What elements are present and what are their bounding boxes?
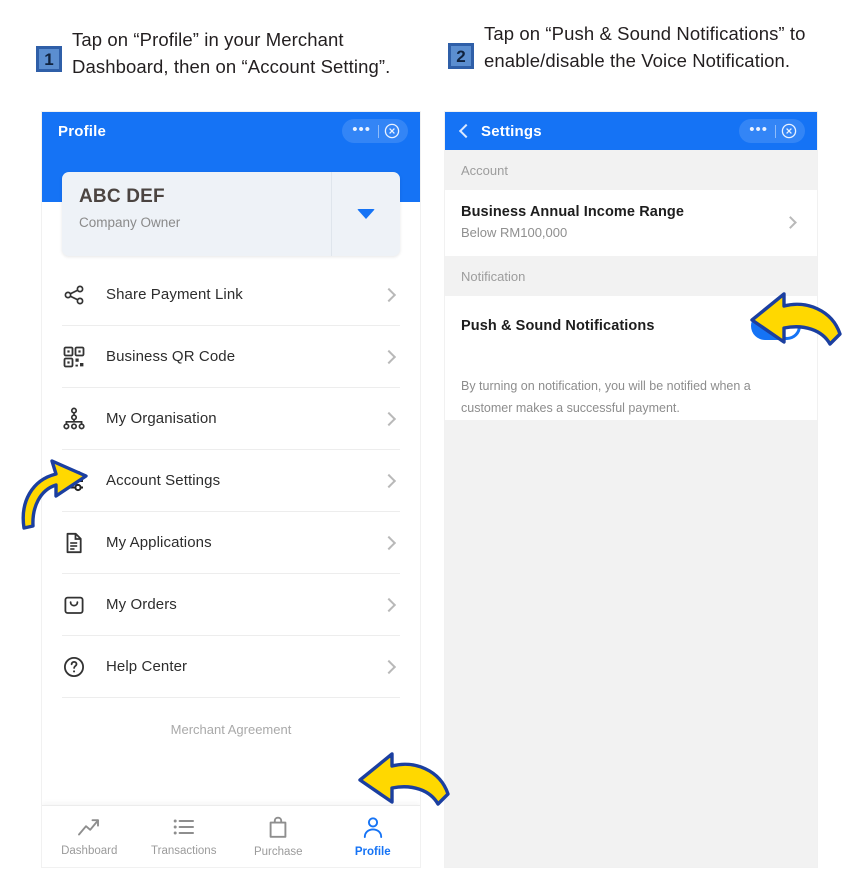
nav-label: Transactions bbox=[151, 845, 217, 857]
close-circle-icon[interactable] bbox=[776, 123, 802, 139]
chevron-right-icon bbox=[381, 287, 397, 302]
bag-icon bbox=[62, 593, 106, 617]
chevron-left-icon[interactable] bbox=[455, 122, 473, 140]
menu-item-account-settings[interactable]: Account Settings bbox=[62, 450, 400, 512]
menu-item-label: My Orders bbox=[106, 596, 177, 613]
step-1-text: Tap on “Profile” in your Merchant Dashbo… bbox=[72, 29, 391, 77]
nav-item-transactions[interactable]: Transactions bbox=[137, 816, 232, 857]
chevron-down-icon bbox=[357, 209, 375, 219]
appbar-controls: ••• bbox=[739, 119, 805, 143]
menu-item-label: Business QR Code bbox=[106, 348, 236, 365]
menu-item-label: My Organisation bbox=[106, 410, 217, 427]
qr-code-icon bbox=[62, 345, 106, 369]
menu-item-help-center[interactable]: Help Center bbox=[62, 636, 400, 698]
nav-label: Dashboard bbox=[61, 845, 118, 857]
profile-menu-list: Share Payment Link Business QR Code My O… bbox=[42, 264, 420, 737]
chevron-right-icon bbox=[784, 215, 797, 229]
menu-item-my-orders[interactable]: My Orders bbox=[62, 574, 400, 636]
document-icon bbox=[62, 531, 106, 555]
profile-appbar: Profile ••• bbox=[42, 112, 420, 150]
tutorial-screenshot: 1 Tap on “Profile” in your Merchant Dash… bbox=[0, 0, 858, 879]
step-2-text: Tap on “Push & Sound Notifications” to e… bbox=[484, 23, 806, 71]
profile-name: ABC DEF bbox=[79, 186, 165, 207]
settings-body: Account Business Annual Income Range Bel… bbox=[445, 150, 817, 867]
setting-value: Below RM100,000 bbox=[461, 225, 568, 240]
sliders-icon bbox=[62, 469, 106, 493]
setting-title: Push & Sound Notifications bbox=[461, 318, 655, 334]
trending-up-icon bbox=[78, 819, 100, 836]
settings-appbar-title: Settings bbox=[481, 122, 542, 140]
org-chart-icon bbox=[62, 407, 106, 431]
setting-title: Business Annual Income Range bbox=[461, 204, 685, 220]
push-sound-notifications-toggle[interactable] bbox=[751, 312, 801, 340]
profile-appbar-title: Profile bbox=[58, 122, 107, 140]
profile-role: Company Owner bbox=[79, 215, 181, 230]
chevron-right-icon bbox=[381, 659, 397, 674]
nav-item-profile[interactable]: Profile bbox=[326, 816, 421, 858]
appbar-controls: ••• bbox=[342, 119, 408, 143]
step-2-badge: 2 bbox=[448, 43, 474, 69]
setting-row-business-annual-income-range[interactable]: Business Annual Income Range Below RM100… bbox=[445, 190, 817, 256]
menu-item-business-qr-code[interactable]: Business QR Code bbox=[62, 326, 400, 388]
shopping-bag-icon bbox=[269, 816, 287, 838]
setting-row-push-sound-notifications[interactable]: Push & Sound Notifications bbox=[445, 296, 817, 358]
nav-label: Profile bbox=[354, 845, 391, 858]
person-icon bbox=[363, 816, 382, 838]
notification-note: By turning on notification, you will be … bbox=[445, 358, 817, 420]
settings-appbar: Settings ••• bbox=[445, 112, 817, 150]
nav-item-purchase[interactable]: Purchase bbox=[231, 816, 326, 858]
menu-item-label: Help Center bbox=[106, 658, 188, 675]
close-circle-icon[interactable] bbox=[379, 123, 405, 139]
merchant-agreement-link[interactable]: Merchant Agreement bbox=[62, 698, 400, 737]
menu-item-label: Share Payment Link bbox=[106, 286, 243, 303]
chevron-right-icon bbox=[381, 349, 397, 364]
more-options-icon[interactable]: ••• bbox=[742, 122, 775, 141]
chevron-right-icon bbox=[381, 535, 397, 550]
menu-item-share-payment-link[interactable]: Share Payment Link bbox=[62, 264, 400, 326]
menu-item-label: Account Settings bbox=[106, 472, 221, 489]
share-icon bbox=[62, 283, 106, 307]
profile-dropdown-button[interactable] bbox=[331, 172, 400, 256]
step-2-caption: 2 Tap on “Push & Sound Notifications” to… bbox=[448, 20, 840, 74]
chevron-right-icon bbox=[381, 597, 397, 612]
settings-empty-area bbox=[445, 419, 817, 867]
profile-info: ABC DEF Company Owner bbox=[62, 172, 331, 256]
section-header-notification: Notification bbox=[445, 256, 817, 296]
list-icon bbox=[173, 819, 194, 835]
nav-item-dashboard[interactable]: Dashboard bbox=[42, 816, 137, 857]
nav-label: Purchase bbox=[253, 845, 303, 858]
menu-item-my-organisation[interactable]: My Organisation bbox=[62, 388, 400, 450]
question-circle-icon bbox=[62, 655, 106, 679]
step-1-caption: 1 Tap on “Profile” in your Merchant Dash… bbox=[36, 26, 428, 80]
bottom-navigation: Dashboard Transactions Purchase Profile bbox=[42, 805, 420, 867]
chevron-right-icon bbox=[381, 411, 397, 426]
menu-item-my-applications[interactable]: My Applications bbox=[62, 512, 400, 574]
menu-item-label: My Applications bbox=[106, 534, 212, 551]
section-header-account: Account bbox=[445, 150, 817, 190]
chevron-right-icon bbox=[381, 473, 397, 488]
profile-hero: ABC DEF Company Owner bbox=[42, 150, 420, 256]
settings-screen: Settings ••• Account Business Annual Inc… bbox=[445, 112, 817, 867]
more-options-icon[interactable]: ••• bbox=[345, 122, 378, 141]
profile-card[interactable]: ABC DEF Company Owner bbox=[62, 172, 400, 256]
profile-screen: Profile ••• ABC DEF Company Owner Share … bbox=[42, 112, 420, 867]
step-1-badge: 1 bbox=[36, 46, 62, 72]
